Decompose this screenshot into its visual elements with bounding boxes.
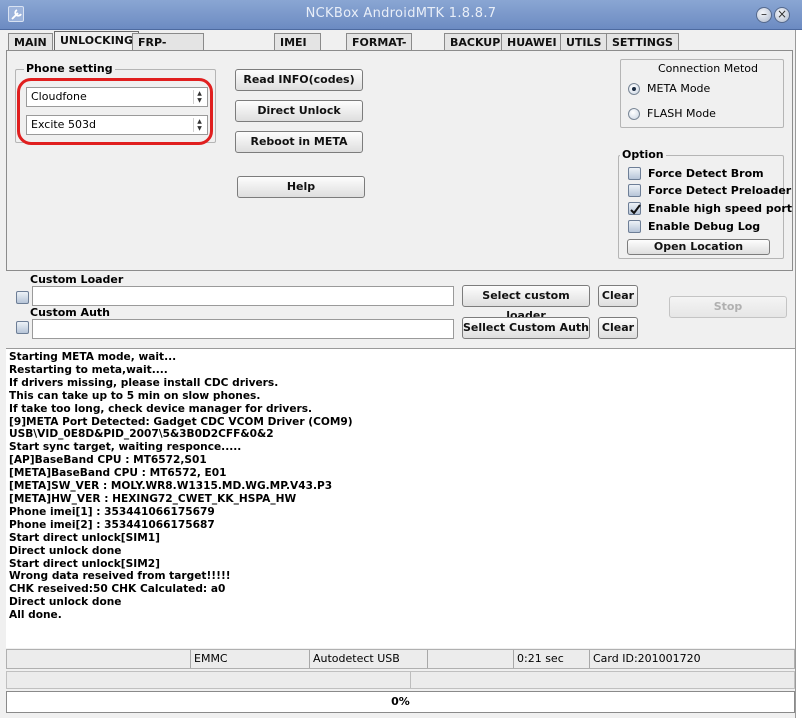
read-info-button[interactable]: Read INFO(codes): [235, 69, 363, 91]
log-line: Starting META mode, wait...: [9, 351, 177, 363]
select-custom-auth-button[interactable]: Sellect Custom Auth: [462, 317, 590, 339]
log-line: Direct unlock done: [9, 544, 122, 557]
custom-loader-path-input[interactable]: [32, 286, 454, 306]
tab-huawei[interactable]: HUAWEI: [501, 33, 563, 51]
title-bar[interactable]: NCKBox AndroidMTK 1.8.8.7 – ×: [0, 0, 802, 30]
tab-utils[interactable]: UTILS: [560, 33, 608, 51]
tab-format-reset[interactable]: FORMAT-RESET: [346, 33, 413, 66]
meta-mode-label: META Mode: [647, 82, 711, 95]
log-line: USB\VID_0E8D&PID_2007\5&3B0D2CFF&0&2: [9, 428, 274, 441]
log-line: [9]META Port Detected: Gadget CDC VCOM D…: [9, 415, 353, 428]
tab-backup[interactable]: BACKUP: [444, 33, 507, 51]
unlocking-panel: Phone setting Cloudfone ▲ ▼ Excite 503d ▲…: [6, 50, 793, 271]
minimize-button[interactable]: –: [756, 7, 772, 23]
flash-mode-label: FLASH Mode: [647, 107, 716, 120]
tab-settings[interactable]: SETTINGS: [606, 33, 679, 51]
log-line: [AP]BaseBand CPU : MT6572,S01: [9, 454, 207, 467]
meta-mode-radio[interactable]: [628, 83, 640, 95]
log-line: Wrong data reseived from target!!!!!: [9, 570, 231, 583]
log-line: Start direct unlock[SIM1]: [9, 531, 160, 544]
status-bar: EMMC Autodetect USB 0:21 sec Card ID:201…: [6, 649, 795, 669]
force-detect-brom-checkbox[interactable]: [628, 167, 641, 180]
open-location-button[interactable]: Open Location: [627, 239, 770, 255]
force-detect-preloader-label: Force Detect Preloader: [648, 184, 792, 197]
log-line: Phone imei[2] : 353441066175687: [9, 518, 215, 531]
log-line: Start sync target, waiting responce.....: [9, 441, 242, 454]
select-custom-loader-button[interactable]: Select custom loader: [462, 285, 590, 322]
log-line: [META]SW_VER : MOLY.WR8.W1315.MD.WG.MP.V…: [9, 480, 333, 493]
log-line: If take too long, check device manager f…: [9, 402, 313, 415]
flash-mode-radio[interactable]: [628, 108, 640, 120]
tab-frp-pattern-privacy[interactable]: FRP-PATTERN-PRIVACY: [132, 33, 204, 83]
usb-status: Autodetect USB: [309, 650, 427, 668]
custom-auth-label: Custom Auth: [30, 306, 110, 319]
custom-loader-checkbox[interactable]: [16, 291, 29, 304]
close-icon: ×: [776, 7, 788, 21]
connection-method-title: Connection Metod: [658, 62, 759, 75]
log-line: Phone imei[1] : 353441066175679: [9, 505, 215, 518]
log-line: This can take up to 5 min on slow phones…: [9, 389, 261, 402]
window-edge: [795, 30, 802, 718]
custom-loader-label: Custom Loader: [30, 273, 124, 286]
log-line: All done.: [9, 609, 62, 622]
log-line: Start direct unlock[SIM2]: [9, 557, 160, 570]
minimize-icon: –: [761, 7, 767, 21]
debug-log-label: Enable Debug Log: [648, 220, 761, 233]
storage-status: EMMC: [190, 650, 308, 668]
tab-main[interactable]: MAIN: [8, 33, 53, 51]
status-spacer: [427, 650, 513, 668]
progress-bar: 0%: [6, 691, 795, 713]
card-id: Card ID:201001720: [589, 650, 794, 668]
high-speed-port-label: Enable high speed port: [648, 202, 792, 215]
stop-button[interactable]: Stop: [669, 296, 787, 318]
custom-auth-checkbox[interactable]: [16, 321, 29, 334]
log-line: If drivers missing, please install CDC d…: [9, 376, 279, 389]
custom-auth-path-input[interactable]: [32, 319, 454, 339]
log-line: [META]BaseBand CPU : MT6572, E01: [9, 467, 227, 480]
clear-loader-button[interactable]: Clear: [598, 285, 638, 307]
highlight-ring: [17, 78, 213, 145]
log-line: CHK reseived:50 CHK Calculated: a0: [9, 583, 226, 596]
checkmark-icon: [630, 204, 641, 215]
log-line: Direct unlock done: [9, 596, 122, 609]
log-line: [META]HW_VER : HEXING72_CWET_KK_HSPA_HW: [9, 492, 297, 505]
log-output[interactable]: Starting META mode, wait... Restarting t…: [6, 348, 795, 648]
window-title: NCKBox AndroidMTK 1.8.8.7: [305, 6, 497, 21]
reboot-meta-button[interactable]: Reboot in META: [235, 131, 363, 153]
help-button[interactable]: Help: [237, 176, 365, 198]
option-title: Option: [620, 148, 666, 161]
force-detect-preloader-checkbox[interactable]: [628, 184, 641, 197]
debug-log-checkbox[interactable]: [628, 220, 641, 233]
log-line: Restarting to meta,wait....: [9, 363, 168, 376]
elapsed-time: 0:21 sec: [513, 650, 588, 668]
high-speed-port-checkbox[interactable]: [628, 202, 641, 215]
direct-unlock-button[interactable]: Direct Unlock: [235, 100, 363, 122]
progress-label: 0%: [391, 695, 410, 708]
clear-auth-button[interactable]: Clear: [598, 317, 638, 339]
phone-setting-title: Phone setting: [24, 62, 115, 75]
force-detect-brom-label: Force Detect Brom: [648, 167, 764, 180]
secondary-status-bar: [6, 671, 795, 689]
tab-unlocking[interactable]: UNLOCKING: [54, 31, 140, 51]
close-button[interactable]: ×: [774, 7, 790, 23]
tab-imei-utils[interactable]: IMEI UTILS: [274, 33, 322, 66]
